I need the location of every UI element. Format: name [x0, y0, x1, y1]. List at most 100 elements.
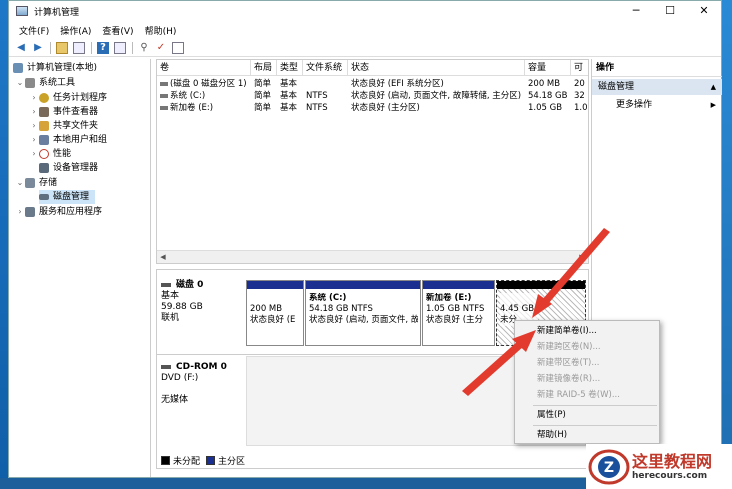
menu-item-help[interactable]: 帮助(H)	[515, 427, 659, 443]
cdrom-icon	[161, 364, 171, 369]
tree-item-label: 设备管理器	[53, 163, 99, 173]
maximize-button[interactable]: ☐	[653, 1, 687, 21]
collapse-chevron-icon[interactable]: ⌄	[15, 176, 25, 190]
collapse-up-icon[interactable]: ▲	[711, 79, 716, 95]
primary-swatch	[206, 456, 216, 465]
column-header-free[interactable]: 可	[571, 60, 588, 76]
tree-item-disk-management[interactable]: 磁盘管理	[39, 190, 96, 204]
cell-volume: (磁盘 0 磁盘分区 1)	[170, 79, 247, 89]
actions-more-actions[interactable]: 更多操作 ▶	[592, 97, 722, 113]
partition-size: 4.45 GB	[500, 304, 535, 314]
disk-view-icon[interactable]	[172, 41, 184, 54]
partition-title: 新加卷 (E:)	[426, 293, 472, 303]
device-manager-icon	[39, 163, 49, 173]
users-icon	[39, 135, 49, 145]
table-row[interactable]: 新加卷 (E:) 简单 基本 NTFS 状态良好 (主分区) 1.05 GB 1…	[157, 102, 588, 114]
computer-icon	[13, 63, 23, 73]
tree-item-local-users[interactable]: › 本地用户和组	[29, 133, 107, 147]
collapse-chevron-icon[interactable]: ⌄	[15, 76, 25, 90]
volume-list: 卷 布局 类型 文件系统 状态 容量 可 (磁盘 0 磁盘分区 1) 简单 基本…	[156, 59, 589, 264]
tree-item-system-tools[interactable]: ⌄ 系统工具	[15, 76, 75, 90]
minimize-button[interactable]: ─	[619, 1, 653, 21]
properties-icon[interactable]	[114, 41, 126, 54]
column-header-filesystem[interactable]: 文件系统	[303, 60, 348, 76]
expand-chevron-icon[interactable]: ›	[29, 91, 39, 105]
expand-chevron-icon[interactable]: ›	[29, 119, 39, 133]
disk-0-info[interactable]: 磁盘 0 基本 59.88 GB 联机	[161, 280, 243, 324]
primary-partition-bar	[306, 281, 420, 289]
help-icon[interactable]: ?	[97, 41, 109, 54]
menu-help[interactable]: 帮助(H)	[145, 24, 177, 37]
partition-volume-e[interactable]: 新加卷 (E:) 1.05 GB NTFS 状态良好 (主分	[422, 280, 495, 346]
column-header-capacity[interactable]: 容量	[525, 60, 571, 76]
hard-disk-icon	[161, 282, 171, 287]
scroll-left-icon[interactable]: ◀	[157, 251, 169, 263]
back-arrow-icon[interactable]: ◀	[15, 42, 27, 54]
clock-icon	[39, 93, 49, 103]
show-tree-icon[interactable]	[73, 41, 85, 54]
horizontal-scrollbar[interactable]: ◀ ▶	[157, 250, 588, 263]
partition-system-c[interactable]: 系统 (C:) 54.18 GB NTFS 状态良好 (启动, 页面文件, 故	[305, 280, 421, 346]
action-label: 更多操作	[616, 100, 653, 110]
menu-separator	[533, 425, 657, 426]
menu-bar: 文件(F) 操作(A) 查看(V) 帮助(H)	[9, 21, 721, 39]
expand-chevron-icon[interactable]: ›	[29, 147, 39, 161]
scroll-right-icon[interactable]: ▶	[576, 251, 588, 263]
cell-free: 1.0	[574, 103, 588, 113]
volume-icon	[160, 81, 168, 86]
up-folder-icon[interactable]	[56, 41, 68, 54]
tree-item-services-apps[interactable]: › 服务和应用程序	[15, 205, 102, 219]
close-button[interactable]: ✕	[687, 1, 721, 21]
disk-0-name: 磁盘 0	[176, 280, 204, 290]
menu-item-properties[interactable]: 属性(P)	[515, 407, 659, 423]
tree-item-storage[interactable]: ⌄ 存储	[15, 176, 57, 190]
menu-action[interactable]: 操作(A)	[60, 24, 91, 37]
cell-volume: 新加卷 (E:)	[170, 103, 214, 113]
cell-status: 状态良好 (启动, 页面文件, 故障转储, 主分区)	[351, 91, 522, 101]
column-header-status[interactable]: 状态	[348, 60, 525, 76]
connect-icon[interactable]: ⚲	[138, 42, 150, 54]
menu-item-new-simple-volume[interactable]: 新建简单卷(I)...	[515, 323, 659, 339]
unallocated-swatch	[161, 456, 170, 465]
cell-capacity: 1.05 GB	[528, 103, 563, 113]
table-row[interactable]: 系统 (C:) 简单 基本 NTFS 状态良好 (启动, 页面文件, 故障转储,…	[157, 90, 588, 102]
column-header-volume[interactable]: 卷	[157, 60, 251, 76]
partition-title	[250, 293, 301, 304]
tree-item-shared-folders[interactable]: › 共享文件夹	[29, 119, 98, 133]
disk-management-icon	[39, 194, 49, 200]
cdrom-0-info[interactable]: CD-ROM 0 DVD (F:) 无媒体	[161, 362, 243, 406]
check-icon[interactable]: ✓	[155, 42, 167, 54]
partition-efi[interactable]: 200 MB 状态良好 (E	[246, 280, 304, 346]
expand-chevron-icon[interactable]: ›	[15, 205, 25, 219]
tree-item-event-viewer[interactable]: › 事件查看器	[29, 105, 98, 119]
cell-filesystem	[303, 78, 348, 90]
submenu-arrow-icon: ▶	[710, 101, 716, 109]
toolbar-separator	[50, 41, 51, 54]
desktop-right-edge	[722, 0, 732, 489]
column-header-type[interactable]: 类型	[277, 60, 303, 76]
forward-arrow-icon[interactable]: ▶	[32, 42, 44, 54]
expand-chevron-icon[interactable]: ›	[29, 133, 39, 147]
menu-view[interactable]: 查看(V)	[102, 24, 133, 37]
actions-header: 操作	[592, 59, 722, 77]
tree-item-computer-management[interactable]: 计算机管理(本地)	[13, 61, 97, 75]
tree-item-device-manager[interactable]: 设备管理器	[39, 161, 98, 175]
cdrom-name: CD-ROM 0	[176, 362, 227, 372]
actions-disk-management[interactable]: 磁盘管理 ▲	[592, 79, 722, 95]
partition-status: 状态良好 (E	[250, 315, 296, 325]
toolbar-separator	[91, 41, 92, 54]
legend-primary: 主分区	[218, 457, 246, 467]
cell-layout: 简单	[254, 91, 272, 101]
menu-file[interactable]: 文件(F)	[19, 24, 49, 37]
expand-chevron-icon[interactable]: ›	[29, 105, 39, 119]
menu-item-new-spanned-volume: 新建跨区卷(N)...	[537, 342, 601, 352]
table-row[interactable]: (磁盘 0 磁盘分区 1) 简单 基本 状态良好 (EFI 系统分区) 200 …	[157, 78, 588, 90]
performance-icon	[39, 149, 49, 159]
tree-item-label: 磁盘管理	[53, 192, 90, 202]
cell-free: 20	[574, 79, 585, 89]
tree-item-performance[interactable]: › 性能	[29, 147, 71, 161]
column-header-layout[interactable]: 布局	[251, 60, 277, 76]
disk-0-size: 59.88 GB	[161, 302, 203, 312]
tree-item-label: 事件查看器	[53, 107, 99, 117]
tree-item-task-scheduler[interactable]: › 任务计划程序	[29, 91, 107, 105]
